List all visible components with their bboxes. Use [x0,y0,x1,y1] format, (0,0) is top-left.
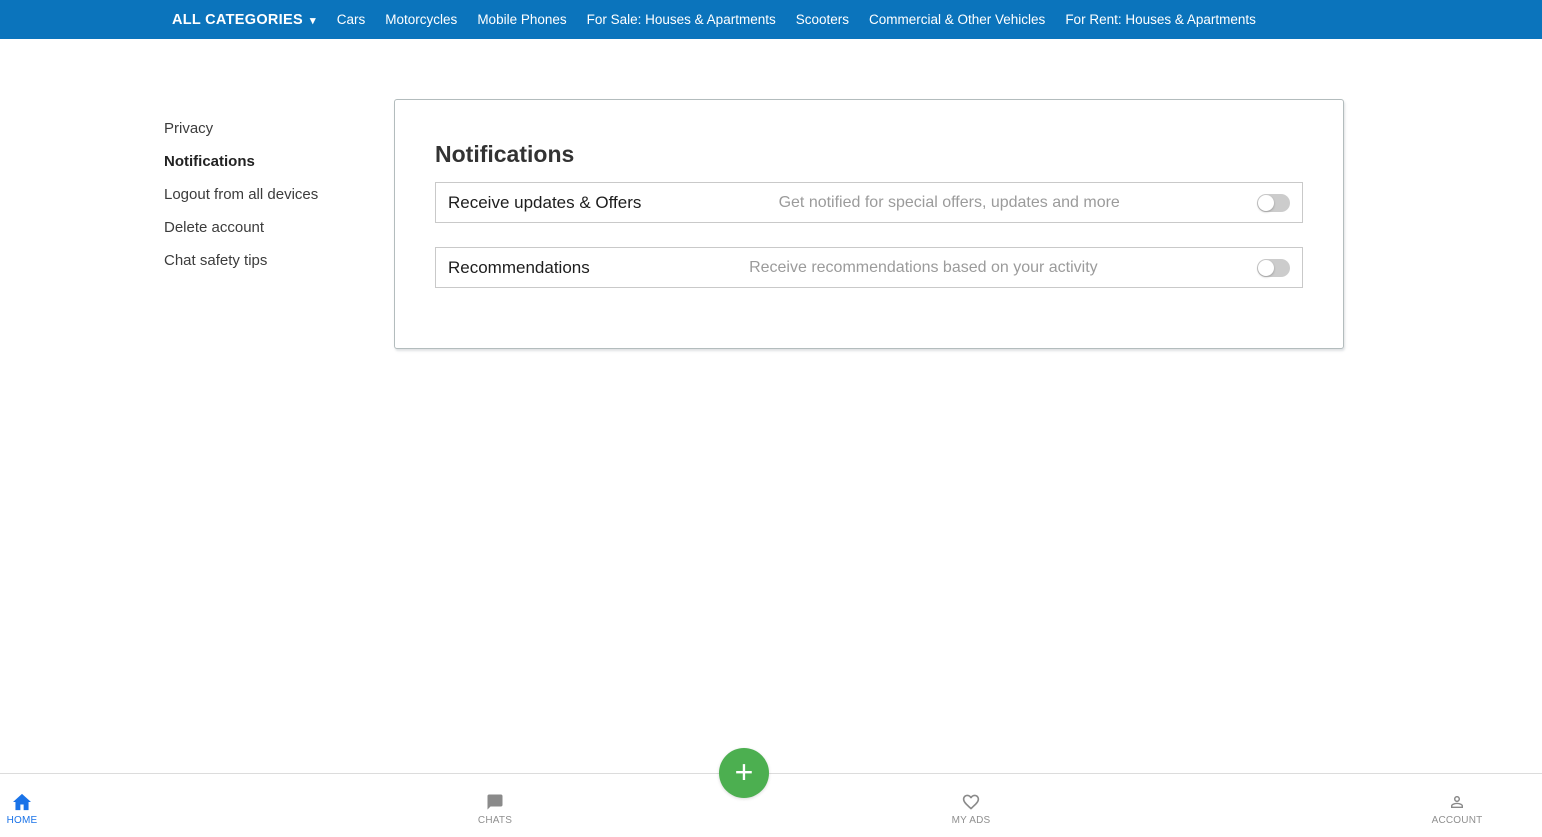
bottom-nav-home-label: HOME [7,815,38,826]
recommendations-toggle[interactable] [1257,259,1290,277]
sidebar-item-chat-safety-tips[interactable]: Chat safety tips [164,244,318,277]
top-nav-item-scooters[interactable]: Scooters [796,12,849,27]
setting-description-updates-offers: Get notified for special offers, updates… [641,194,1257,212]
top-nav-item-cars[interactable]: Cars [337,12,366,27]
setting-label-recommendations: Recommendations [448,258,590,278]
all-categories-label: ALL CATEGORIES [172,12,303,28]
heart-icon [961,793,981,811]
setting-row-recommendations: Recommendations Receive recommendations … [435,247,1303,288]
bottom-nav: HOME CHATS + MY ADS ACCOUNT [0,773,1542,837]
bottom-nav-my-ads-label: MY ADS [952,815,991,826]
person-icon [1448,793,1466,811]
settings-sidebar: Privacy Notifications Logout from all de… [164,112,318,277]
bottom-nav-chats-label: CHATS [478,815,512,826]
page-title: Notifications [435,141,1303,168]
bottom-nav-home[interactable]: HOME [0,793,44,826]
chat-icon [486,793,504,811]
top-nav-item-for-rent-houses[interactable]: For Rent: Houses & Apartments [1065,12,1256,27]
notifications-card: Notifications Receive updates & Offers G… [394,99,1344,349]
top-category-bar: ALL CATEGORIES ▾ Cars Motorcycles Mobile… [0,0,1542,39]
updates-offers-toggle[interactable] [1257,194,1290,212]
all-categories-menu[interactable]: ALL CATEGORIES ▾ [172,12,316,28]
toggle-knob [1258,195,1274,211]
toggle-knob [1258,260,1274,276]
sidebar-item-logout-all-devices[interactable]: Logout from all devices [164,178,318,211]
sidebar-item-delete-account[interactable]: Delete account [164,211,318,244]
bottom-nav-account[interactable]: ACCOUNT [1424,793,1490,826]
top-nav-item-mobile-phones[interactable]: Mobile Phones [477,12,566,27]
setting-label-updates-offers: Receive updates & Offers [448,193,641,213]
sidebar-item-notifications[interactable]: Notifications [164,145,318,178]
chevron-down-icon: ▾ [310,14,316,27]
bottom-nav-chats[interactable]: CHATS [467,793,523,826]
post-ad-button[interactable]: + [719,748,769,798]
sidebar-item-privacy[interactable]: Privacy [164,112,318,145]
setting-description-recommendations: Receive recommendations based on your ac… [590,259,1257,277]
bottom-nav-account-label: ACCOUNT [1432,815,1483,826]
plus-icon: + [719,749,769,795]
bottom-nav-my-ads[interactable]: MY ADS [941,793,1001,826]
top-nav-item-for-sale-houses[interactable]: For Sale: Houses & Apartments [587,12,776,27]
home-icon [12,793,32,811]
top-nav-item-motorcycles[interactable]: Motorcycles [385,12,457,27]
setting-row-updates-offers: Receive updates & Offers Get notified fo… [435,182,1303,223]
top-nav-item-commercial-vehicles[interactable]: Commercial & Other Vehicles [869,12,1045,27]
